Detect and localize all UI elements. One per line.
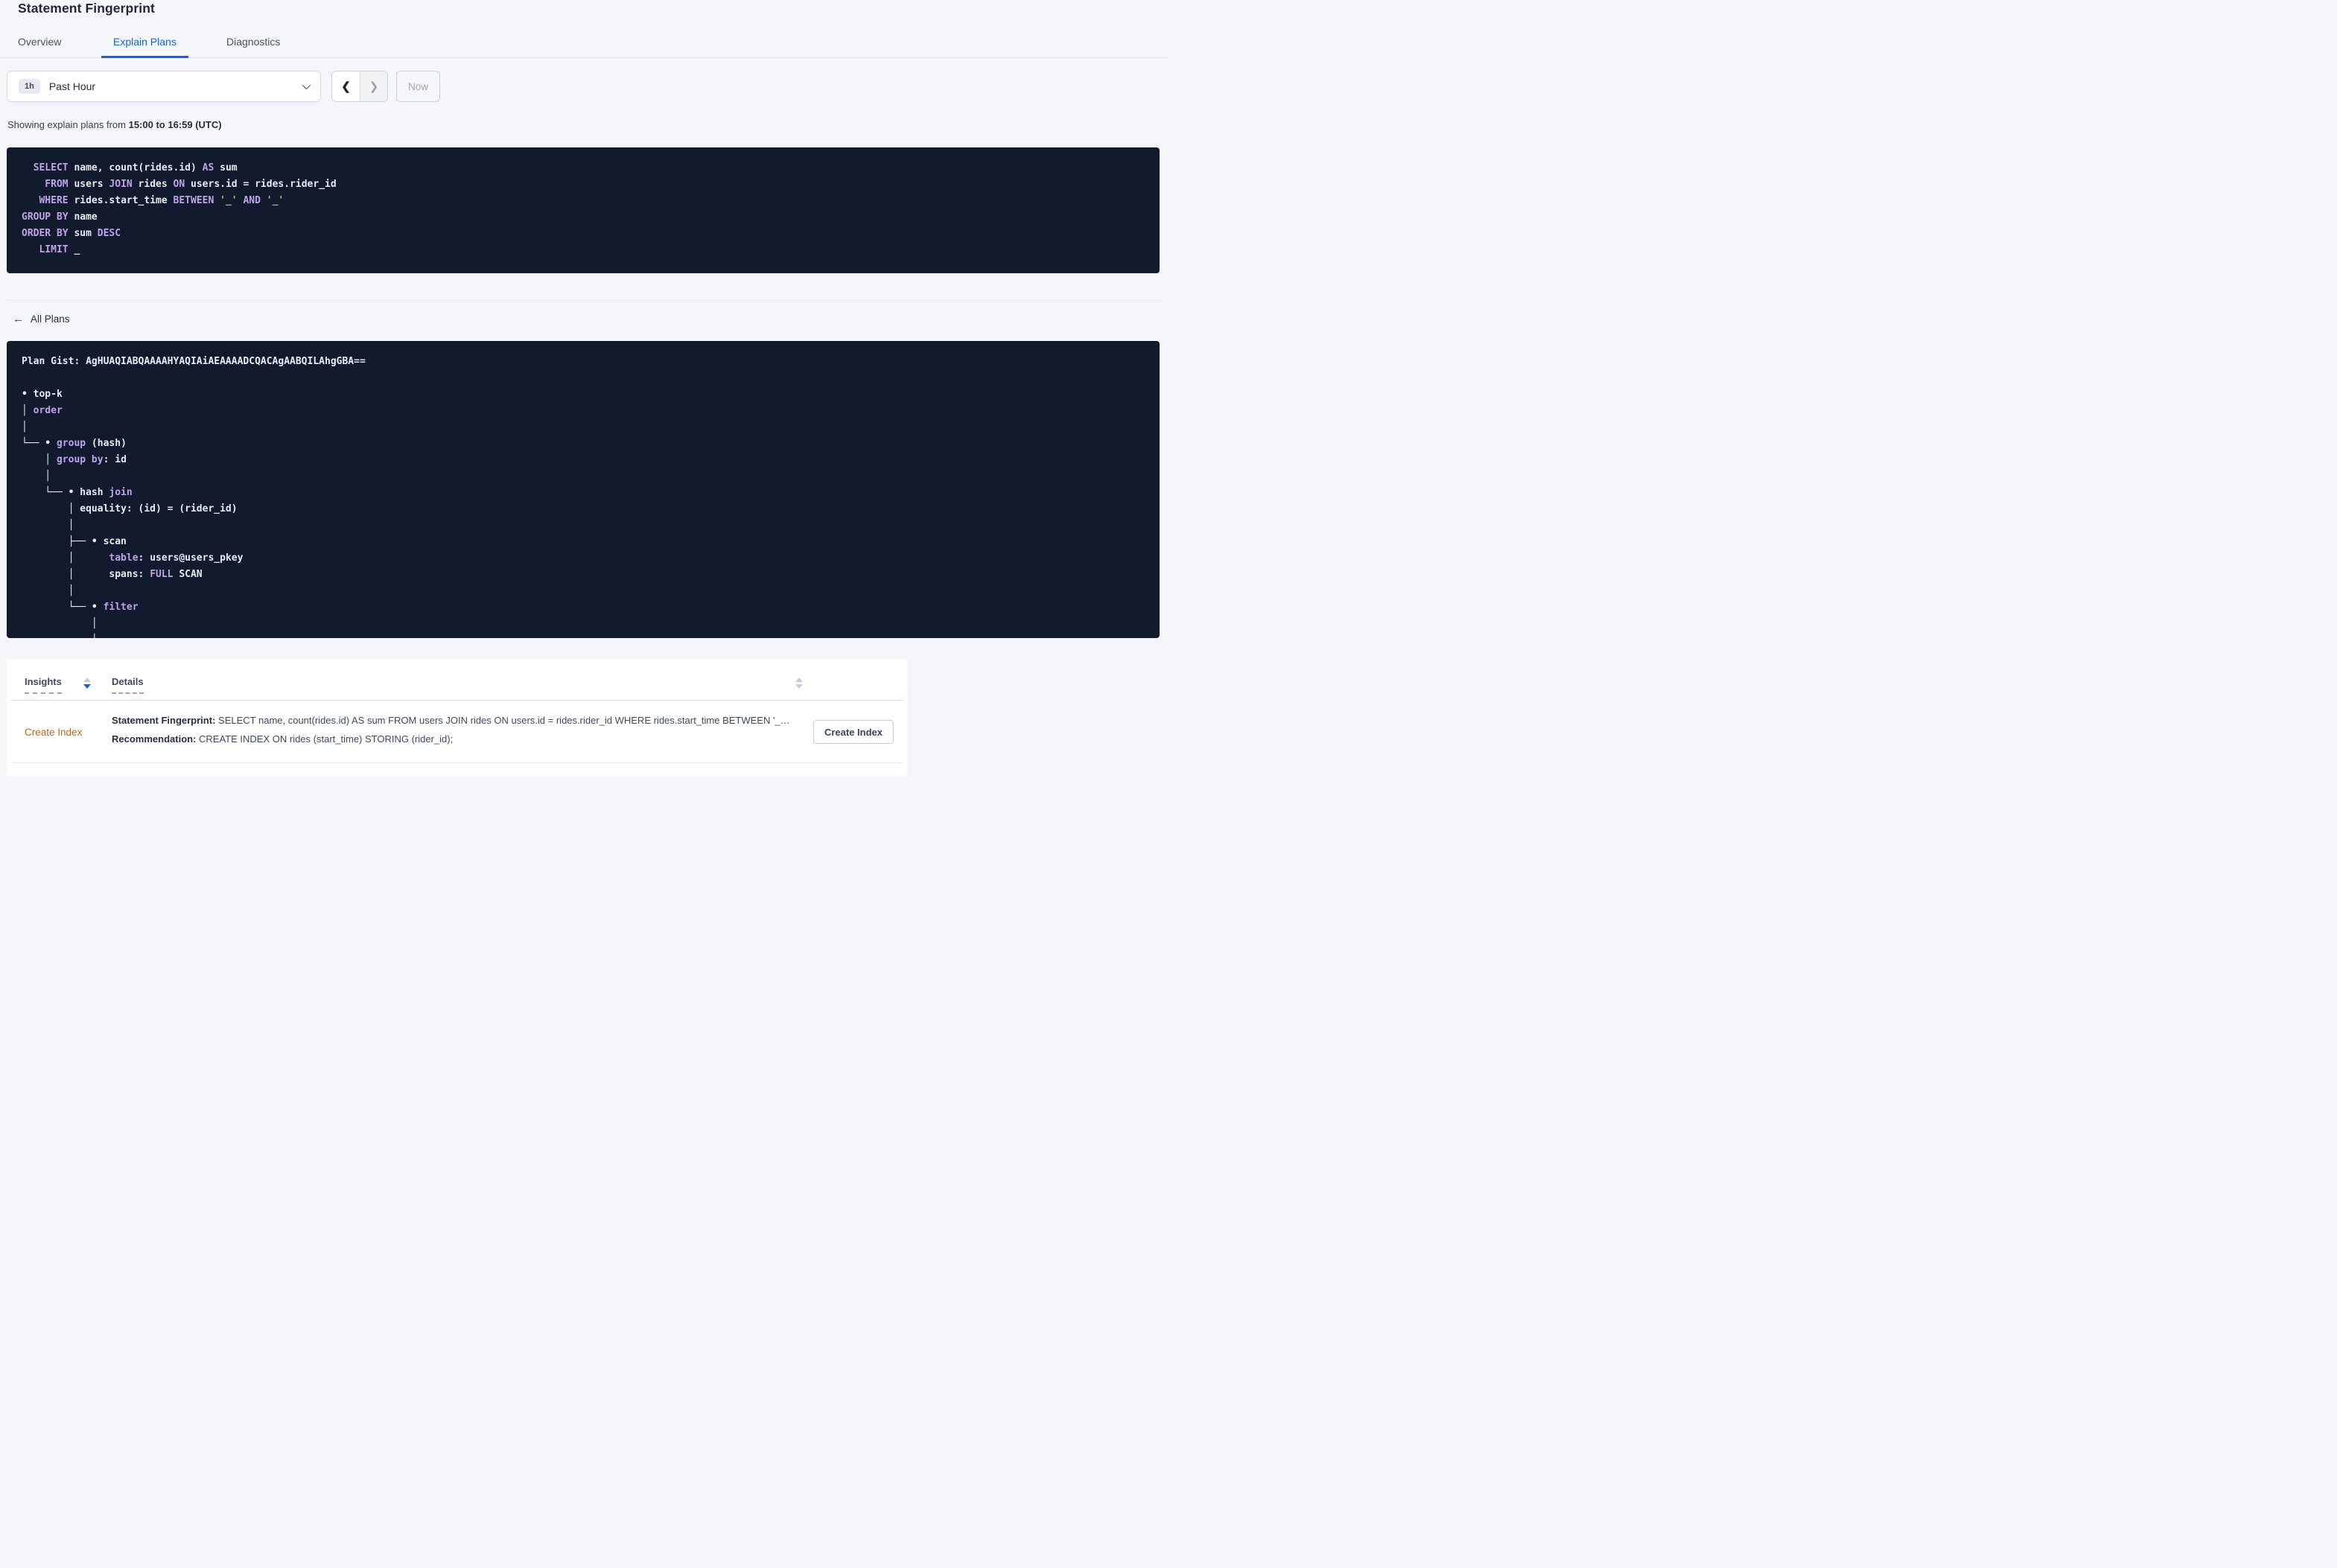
tab-diagnostics[interactable]: Diagnostics bbox=[214, 36, 292, 58]
sort-down-arrow-icon bbox=[83, 684, 91, 689]
detail-statement-fingerprint: Statement Fingerprint: SELECT name, coun… bbox=[112, 715, 790, 726]
row-divider bbox=[11, 762, 903, 763]
sort-down-arrow-icon bbox=[795, 684, 803, 689]
sort-up-arrow-icon bbox=[83, 678, 91, 682]
insights-card: Insights Details Create Index Statement … bbox=[7, 660, 907, 776]
insights-table-header: Insights Details bbox=[7, 660, 907, 700]
column-header-insights[interactable]: Insights bbox=[25, 676, 62, 694]
tab-bar: Overview Explain Plans Diagnostics bbox=[0, 25, 1168, 58]
time-range-label: Past Hour bbox=[48, 80, 96, 92]
sql-statement-code: SELECT name, count(rides.id) AS sum FROM… bbox=[22, 162, 337, 255]
sort-icon-insights[interactable] bbox=[83, 678, 91, 689]
next-range-button-disabled[interactable]: ❯ bbox=[360, 71, 387, 101]
plan-tree: • top-k │ order │ └── • group (hash) │ grou… bbox=[22, 389, 244, 638]
page-title: Statement Fingerprint bbox=[18, 1, 155, 16]
chevron-left-icon: ❮ bbox=[341, 80, 351, 93]
sql-statement-block: SELECT name, count(rides.id) AS sum FROM… bbox=[7, 147, 1160, 273]
time-range-dropdown[interactable]: 1h Past Hour bbox=[7, 71, 321, 102]
plan-gist-code: Plan Gist: AgHUAQIABQAAAAHYAQIAiAEAAAADC… bbox=[7, 341, 1160, 638]
plan-gist-line: Plan Gist: AgHUAQIABQAAAAHYAQIAiAEAAAADC… bbox=[22, 354, 1160, 370]
prev-range-button[interactable]: ❮ bbox=[332, 71, 360, 101]
header-divider bbox=[11, 700, 903, 701]
chevron-down-icon bbox=[302, 80, 311, 90]
chevron-right-icon: ❯ bbox=[369, 80, 379, 93]
all-plans-back-link[interactable]: ← All Plans bbox=[13, 313, 70, 325]
range-caption: Showing explain plans from 15:00 to 16:5… bbox=[7, 119, 222, 130]
statement-fingerprint-page: Statement Fingerprint Overview Explain P… bbox=[0, 0, 1168, 784]
plan-gist-label: Plan Gist: bbox=[22, 356, 86, 367]
arrow-left-icon: ← bbox=[13, 313, 24, 325]
time-nav-group: ❮ ❯ bbox=[331, 71, 388, 102]
tab-overview[interactable]: Overview bbox=[6, 36, 73, 58]
interval-badge: 1h bbox=[19, 79, 40, 94]
all-plans-label: All Plans bbox=[31, 313, 70, 325]
insight-create-index-link[interactable]: Create Index bbox=[25, 727, 82, 738]
column-header-details[interactable]: Details bbox=[112, 676, 144, 694]
create-index-button[interactable]: Create Index bbox=[813, 720, 894, 744]
section-divider bbox=[7, 300, 1162, 301]
plan-gist-block: Plan Gist: AgHUAQIABQAAAAHYAQIAiAEAAAADC… bbox=[7, 341, 1160, 638]
tab-explain-plans[interactable]: Explain Plans bbox=[101, 36, 188, 58]
plan-gist-value: AgHUAQIABQAAAAHYAQIAiAEAAAADCQACAgAABQIL… bbox=[86, 356, 366, 367]
detail-recommendation: Recommendation: CREATE INDEX ON rides (s… bbox=[112, 733, 454, 745]
now-button-disabled[interactable]: Now bbox=[396, 71, 441, 102]
sort-up-arrow-icon bbox=[795, 678, 803, 682]
sort-icon-details[interactable] bbox=[795, 678, 803, 689]
range-caption-bold: 15:00 to 16:59 (UTC) bbox=[128, 119, 222, 130]
